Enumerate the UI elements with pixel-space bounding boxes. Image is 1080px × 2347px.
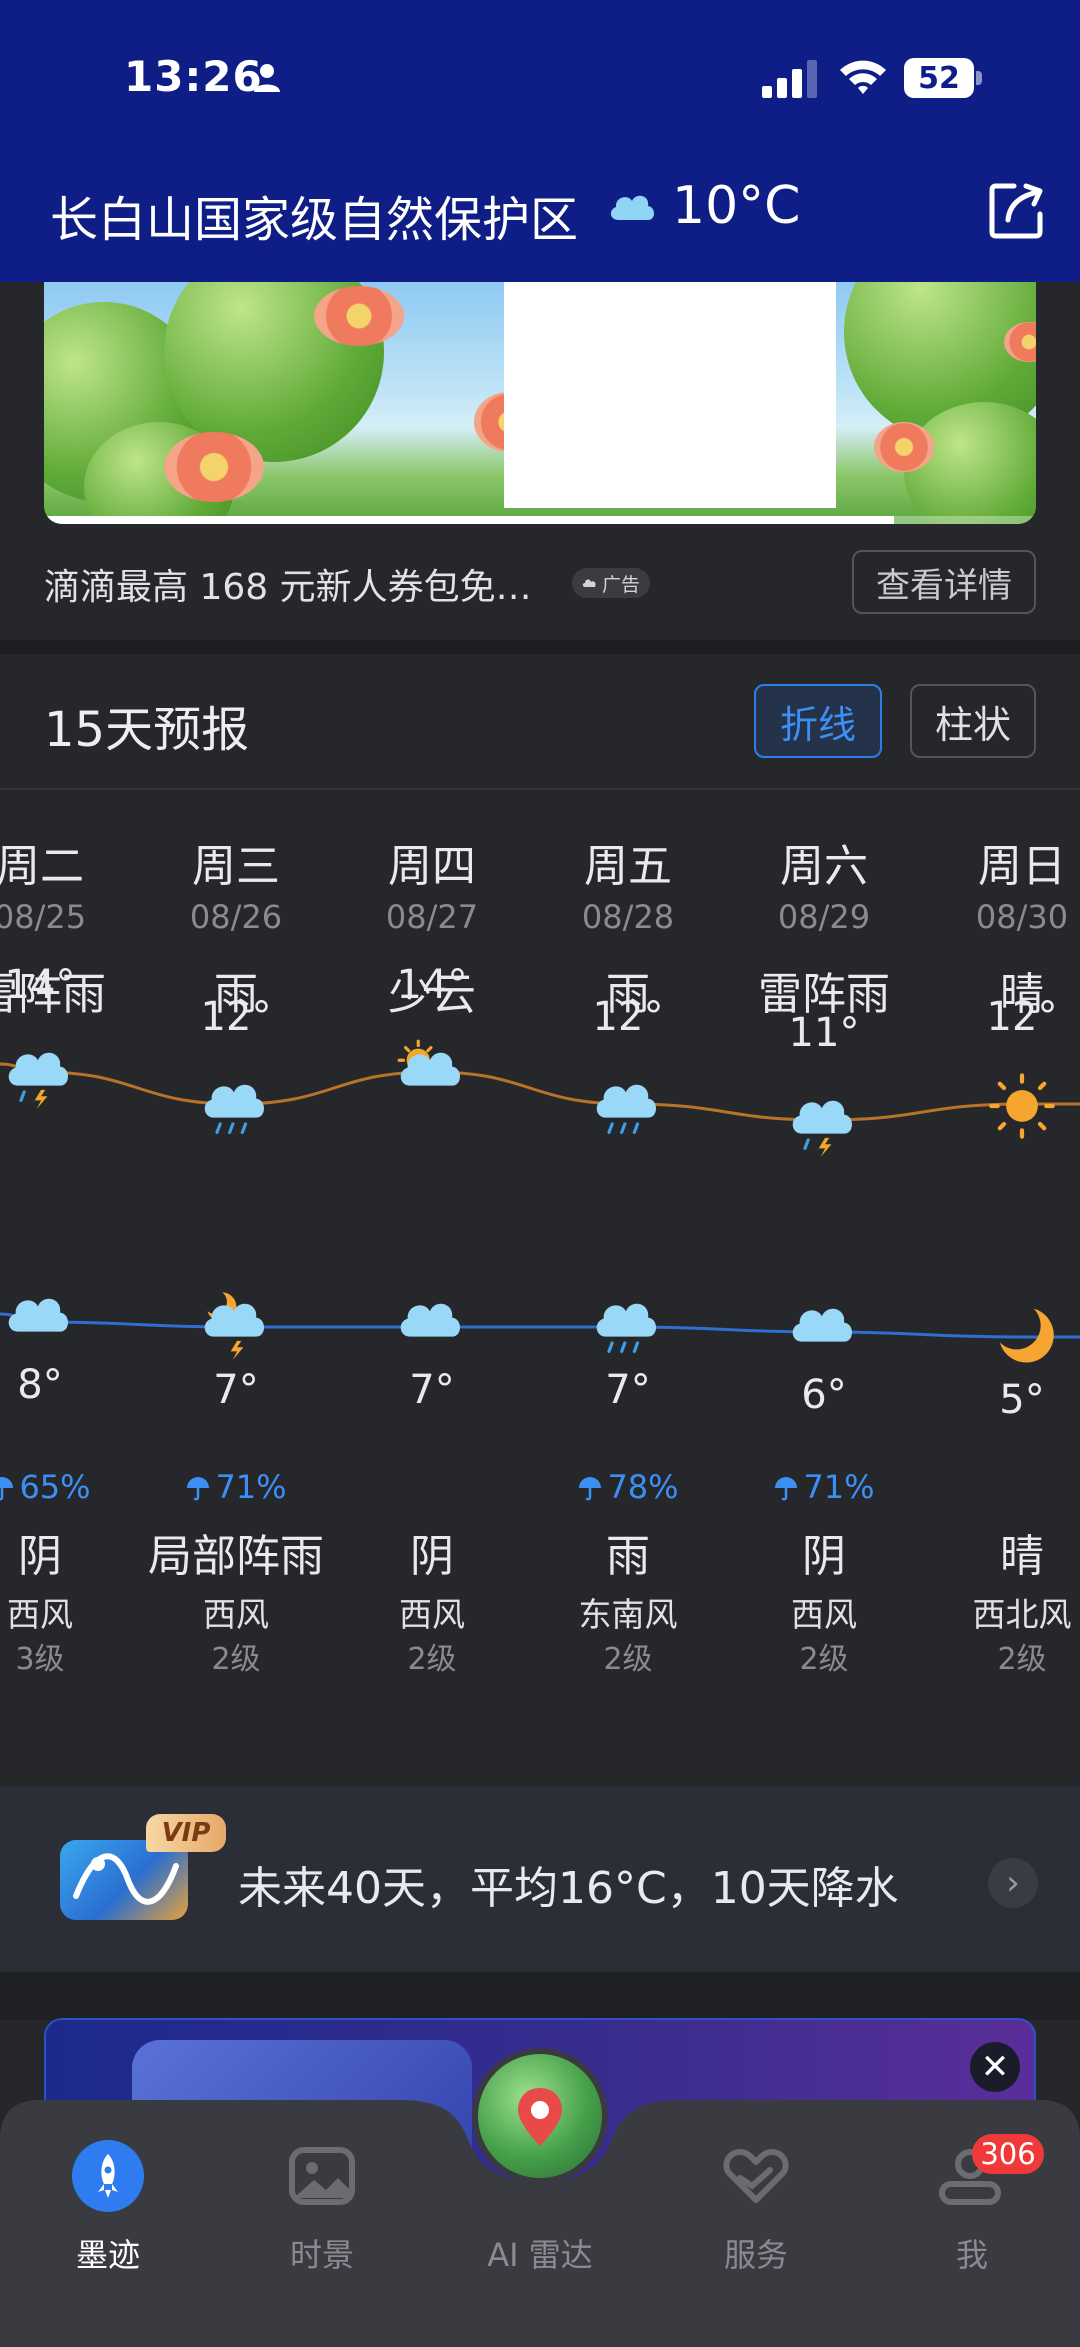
wind-direction: 西风 (203, 1595, 269, 1634)
wind-level: 2级 (799, 1642, 849, 1677)
wind-level: 2级 (603, 1642, 653, 1677)
night-thunder-icon (204, 1292, 265, 1360)
notification-badge: 306 (972, 2134, 1044, 2174)
vip-forecast-banner[interactable]: VIP 未来40天，平均16°C，10天降水 › (0, 1786, 1080, 1972)
close-icon[interactable]: ✕ (970, 2042, 1020, 2092)
tab-label: 时景 (289, 2236, 354, 2274)
low-temp-line (0, 1312, 1080, 1339)
day-name: 周六 (780, 841, 868, 892)
precip-probability: 65% (0, 1468, 138, 1506)
night-condition: 阴 (18, 1531, 62, 1582)
rocket-icon (72, 2140, 144, 2212)
thunder-rain-icon (8, 1052, 69, 1109)
rain-icon (204, 1084, 265, 1135)
precip-value: 71% (215, 1468, 287, 1506)
day-date: 08/26 (189, 898, 283, 936)
day-name: 周四 (388, 841, 476, 892)
precip-probability: 78% (530, 1468, 726, 1506)
cloud-icon (400, 1303, 461, 1337)
partly-cloudy-icon (397, 1039, 461, 1086)
day-name: 周三 (192, 841, 280, 892)
day-date: 08/30 (975, 898, 1069, 936)
precip-value: 78% (607, 1468, 679, 1506)
temperature-line-chart (0, 1039, 1080, 1363)
photo-icon (289, 2147, 355, 2205)
tab-label: AI 雷达 (487, 2236, 593, 2274)
cloud-icon (8, 1298, 69, 1332)
vip-forecast-text: 未来40天，平均16°C，10天降水 (238, 1863, 899, 1914)
high-temp-line (0, 1062, 1080, 1122)
night-condition: 阴 (802, 1531, 846, 1582)
precip-value: 71% (803, 1468, 875, 1506)
precip-probability: 71% (726, 1468, 922, 1506)
precip-value: 65% (19, 1468, 91, 1506)
day-date: 08/25 (0, 898, 87, 936)
day-date: 08/29 (777, 898, 871, 936)
sun-icon (989, 1073, 1055, 1139)
night-condition: 局部阵雨 (148, 1531, 324, 1582)
night-condition: 阴 (410, 1531, 454, 1582)
tab-label: 服务 (723, 2236, 788, 2274)
wind-direction: 西风 (399, 1595, 465, 1634)
day-date: 08/28 (581, 898, 675, 936)
umbrella-icon (187, 1477, 210, 1501)
precip-probability: 71% (138, 1468, 334, 1506)
wind-direction: 西风 (791, 1595, 857, 1634)
radar-icon[interactable] (472, 2048, 608, 2184)
umbrella-icon (775, 1477, 798, 1501)
forecast-columns[interactable]: 周二08/25雷阵雨14°8°65%阴西风3级周三08/26雨12°7°71%局… (0, 0, 1080, 1700)
rain-icon (596, 1303, 657, 1354)
vip-badge: VIP (146, 1814, 226, 1852)
cloud-icon (792, 1308, 853, 1342)
night-condition: 雨 (606, 1531, 650, 1582)
wind-level: 3级 (15, 1642, 65, 1677)
wind-direction: 西北风 (972, 1595, 1072, 1634)
umbrella-icon (579, 1477, 602, 1501)
wind-direction: 东南风 (578, 1595, 678, 1634)
wind-level: 2级 (407, 1642, 457, 1677)
night-condition: 晴 (1000, 1531, 1044, 1582)
day-name: 周五 (584, 841, 672, 892)
heart-hand-icon (723, 2149, 789, 2203)
wind-direction: 西风 (7, 1595, 73, 1634)
day-date: 08/27 (385, 898, 479, 936)
thunder-rain-icon (792, 1100, 853, 1157)
day-name: 周日 (978, 841, 1066, 892)
trend-chart-icon (60, 1840, 188, 1920)
tab-label: 墨迹 (75, 2236, 140, 2274)
chevron-right-icon[interactable]: › (988, 1858, 1038, 1908)
day-name: 周二 (0, 841, 84, 892)
section-divider (0, 1972, 1080, 2020)
rain-icon (596, 1084, 657, 1135)
umbrella-icon (0, 1477, 14, 1501)
wind-level: 2级 (211, 1642, 261, 1677)
tab-label: 我 (955, 2236, 988, 2274)
wind-level: 2级 (997, 1642, 1047, 1677)
